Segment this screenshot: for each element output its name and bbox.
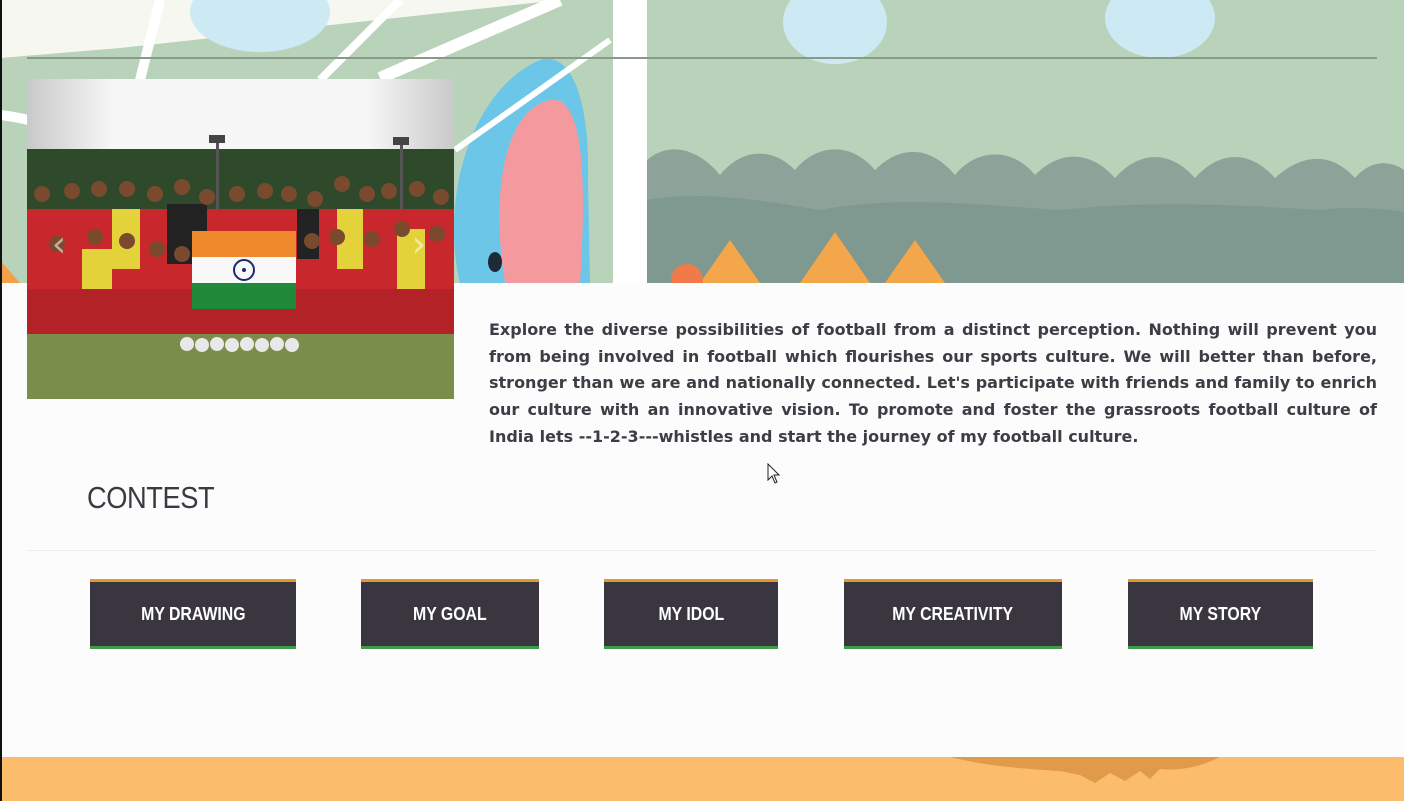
contest-heading: CONTEST: [87, 480, 215, 515]
my-story-button[interactable]: MY STORY: [1128, 579, 1313, 649]
button-label: MY CREATIVITY: [892, 603, 1014, 624]
button-label: MY IDOL: [658, 603, 724, 624]
my-goal-button[interactable]: MY GOAL: [361, 579, 539, 649]
chevron-left-icon[interactable]: ‹: [48, 225, 70, 265]
my-creativity-button[interactable]: MY CREATIVITY: [844, 579, 1062, 649]
my-idol-button[interactable]: MY IDOL: [604, 579, 778, 649]
button-label: MY GOAL: [413, 603, 487, 624]
footer-illustration: [950, 757, 1220, 783]
mouse-cursor-icon: [767, 463, 781, 484]
chevron-right-icon[interactable]: ›: [408, 225, 430, 265]
team-photo-illustration: [27, 79, 454, 399]
intro-paragraph: Explore the diverse possibilities of foo…: [489, 320, 1377, 446]
section-divider: [27, 550, 1377, 551]
window-left-edge: [0, 0, 2, 801]
team-photo: [27, 79, 454, 399]
button-label: MY DRAWING: [140, 603, 246, 624]
button-label: MY STORY: [1179, 603, 1262, 624]
footer-band: [0, 757, 1404, 801]
goal-crossbar-line: [27, 57, 1377, 59]
my-drawing-button[interactable]: MY DRAWING: [90, 579, 296, 649]
